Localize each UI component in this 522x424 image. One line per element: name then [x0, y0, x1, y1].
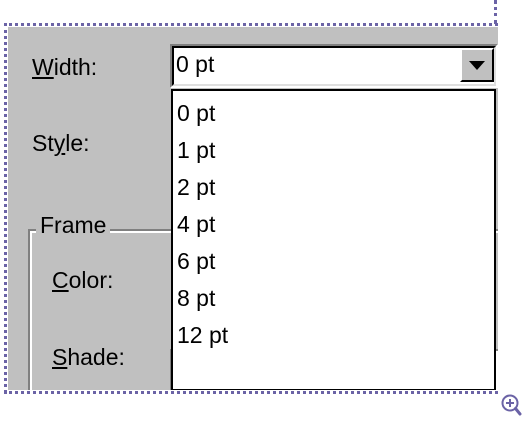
selection-border-bottom [4, 391, 498, 394]
triangle-down-icon [469, 60, 485, 70]
selection-border-left [4, 23, 7, 393]
style-label: Style: [32, 130, 90, 157]
width-dropdown-button[interactable] [460, 48, 494, 82]
color-label-mnemonic: C [52, 267, 69, 293]
style-label-rest: le: [65, 130, 90, 156]
shade-label-mnemonic: S [52, 344, 68, 370]
dropdown-option-4pt[interactable]: 4 pt [177, 209, 215, 239]
shade-label: Shade: [52, 344, 125, 371]
dropdown-option-2pt[interactable]: 2 pt [177, 172, 215, 202]
style-label-mnemonic: y [53, 130, 66, 156]
dropdown-option-8pt[interactable]: 8 pt [177, 283, 215, 313]
frame-group-title: Frame [36, 212, 111, 239]
zoom-in-icon[interactable] [500, 393, 522, 419]
dropdown-option-12pt[interactable]: 12 pt [177, 320, 228, 350]
width-combobox-bevel [172, 46, 496, 86]
dropdown-option-0pt[interactable]: 0 pt [177, 98, 215, 128]
dropdown-option-1pt[interactable]: 1 pt [177, 135, 215, 165]
width-label-rest: idth: [53, 54, 98, 80]
borders-dialog-panel: Width: 0 pt Style: Frame Color: Shade: 0… [8, 27, 498, 390]
width-label: Width: [32, 54, 97, 81]
shade-label-rest: hade: [67, 344, 125, 370]
width-combobox[interactable]: 0 pt [170, 44, 498, 88]
width-dropdown-list[interactable]: 0 pt 1 pt 2 pt 4 pt 6 pt 8 pt 12 pt [171, 89, 496, 390]
style-label-pre: St [32, 130, 54, 156]
width-combobox-value: 0 pt [176, 51, 215, 77]
color-label-rest: olor: [68, 267, 114, 293]
dropdown-option-6pt[interactable]: 6 pt [177, 246, 215, 276]
color-label: Color: [52, 267, 113, 294]
selection-border-right-tail [494, 0, 497, 24]
selection-border-top [4, 23, 498, 26]
width-label-mnemonic: W [32, 54, 54, 80]
